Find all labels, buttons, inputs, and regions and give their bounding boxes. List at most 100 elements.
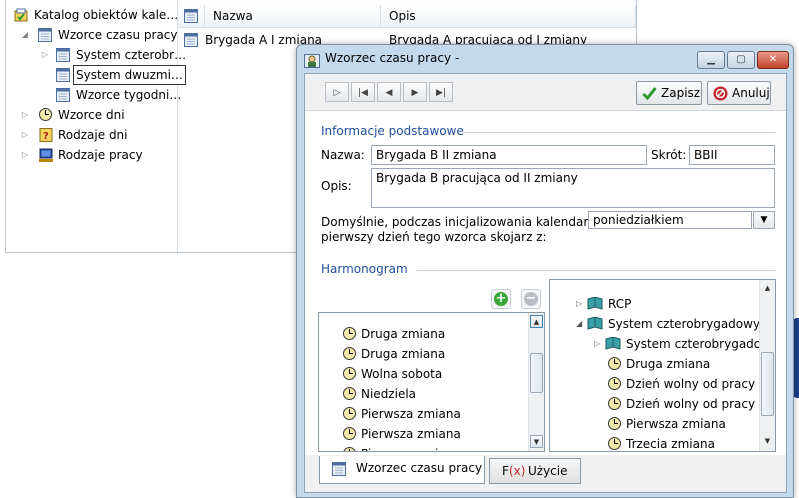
collapsed-arrow-icon[interactable]: ▷ (20, 125, 30, 145)
clock-icon (343, 347, 356, 360)
close-icon: ✕ (768, 54, 778, 65)
calendar-icon (56, 68, 70, 82)
minus-icon: − (524, 291, 538, 306)
description-field[interactable]: Brygada B pracująca od II zmiany (371, 168, 775, 208)
catalog-item-four-brigade[interactable]: ◢ System czterobrygadowy (550, 314, 760, 334)
short-field[interactable]: BBII (689, 145, 775, 165)
list-item[interactable]: Wolna sobota (319, 364, 527, 384)
scroll-down-button[interactable]: ▼ (530, 435, 543, 448)
close-button[interactable]: ✕ (757, 51, 789, 69)
default-day-select[interactable]: poniedziałkiem (588, 211, 752, 229)
catalog-tree-list[interactable]: ▷ RCP ◢ System czterobrygadowy ▷ System … (549, 279, 776, 452)
expanded-arrow-icon[interactable]: ◢ (20, 25, 30, 45)
list-item[interactable]: Pierwsza zmiana (319, 424, 527, 444)
clock-icon (39, 108, 52, 121)
calendar-icon (38, 28, 52, 42)
catalog-item-four-brigade-sub[interactable]: ▷ System czterobrygadowy (550, 334, 775, 354)
cancel-icon (713, 86, 728, 101)
clock-icon (343, 447, 356, 451)
default-day-dropdown-button[interactable]: ▼ (753, 211, 775, 229)
first-record-icon: |◀ (358, 88, 368, 98)
catalog-item-shift[interactable]: Dzień wolny od pracy be (550, 394, 774, 414)
work-pattern-icon (304, 54, 320, 68)
pattern-form: Informacje podstawowe Nazwa: Brygada B I… (305, 111, 786, 455)
maximize-button[interactable]: ▢ (727, 51, 755, 69)
tree-item-work-patterns[interactable]: ◢ Wzorce czasu pracy (6, 25, 178, 45)
next-record-button[interactable]: ▶ (403, 82, 427, 102)
default-day-label-1: Domyślnie, podczas inicjalizowania kalen… (321, 215, 606, 229)
scroll-down-icon: ▼ (764, 437, 771, 445)
clock-icon (343, 427, 356, 440)
tree-item-day-types[interactable]: ▷ ? Rodzaje dni (6, 125, 177, 145)
section-divider (463, 132, 775, 133)
first-record-button[interactable]: |◀ (351, 82, 375, 102)
collapsed-arrow-icon[interactable]: ▷ (576, 294, 582, 314)
book-icon (605, 337, 621, 350)
day-type-icon: ? (39, 128, 53, 142)
remove-button[interactable]: − (521, 289, 541, 309)
plus-icon: + (494, 291, 508, 306)
tree-item-catalog[interactable]: Katalog obiektów kale… (6, 5, 178, 25)
list-item[interactable]: Pierwsza zmiana (319, 444, 527, 451)
column-header-name[interactable]: Nazwa (205, 5, 381, 27)
calendar-icon (184, 33, 198, 47)
scroll-up-button[interactable]: ▲ (761, 282, 774, 295)
scroll-thumb[interactable] (761, 352, 774, 416)
calendar-icon (56, 88, 70, 102)
scroll-up-button[interactable]: ▲ (530, 315, 543, 328)
tree-item-four-brigade[interactable]: ▷ System czterobr… (6, 45, 186, 65)
catalog-item-shift[interactable]: Dzień wolny od pracy (550, 374, 758, 394)
clock-icon (343, 367, 356, 380)
list-item[interactable]: Druga zmiana (319, 324, 527, 344)
name-field[interactable]: Brygada B II zmiana (371, 145, 647, 165)
expanded-arrow-icon[interactable]: ◢ (576, 314, 582, 334)
collapsed-arrow-icon[interactable]: ▷ (594, 334, 600, 354)
column-icon-header[interactable] (178, 5, 205, 27)
catalog-item-shift[interactable]: Pierwsza zmiana (550, 414, 758, 434)
previous-record-button[interactable]: ◀ (377, 82, 401, 102)
catalog-item-rcp[interactable]: ▷ RCP (550, 294, 758, 314)
new-record-icon: ▷ (333, 88, 341, 98)
section-divider (417, 270, 775, 271)
cancel-button[interactable]: Anuluj (707, 81, 771, 105)
clock-icon (608, 437, 621, 450)
scroll-thumb[interactable] (530, 353, 543, 393)
maximize-icon: ▢ (736, 54, 746, 65)
catalog-item-shift[interactable]: Druga zmiana (550, 354, 758, 374)
tab-work-pattern[interactable]: Wzorzec czasu pracy (319, 456, 485, 484)
clock-icon (608, 377, 621, 390)
list-item[interactable]: Niedziela (319, 384, 527, 404)
tree-item-day-patterns[interactable]: ▷ Wzorce dni (6, 105, 177, 125)
tree-item-weekly[interactable]: Wzorce tygodni… (6, 85, 181, 105)
column-header-description[interactable]: Opis (381, 5, 636, 27)
collapsed-arrow-icon[interactable]: ▷ (20, 105, 30, 125)
clock-icon (343, 387, 356, 400)
clock-icon (343, 327, 356, 340)
last-record-button[interactable]: ▶| (429, 82, 453, 102)
section-schedule-title: Harmonogram (321, 262, 408, 276)
tab-usage[interactable]: F(x) Użycie (489, 458, 581, 484)
dialog-tabs: Wzorzec czasu pracy F(x) Użycie (305, 456, 786, 492)
catalog-scrollbar[interactable]: ▲ ▼ (759, 280, 775, 451)
chevron-down-icon: ▼ (760, 215, 768, 225)
calendar-icon (56, 48, 70, 62)
list-item[interactable]: Druga zmiana (319, 344, 527, 364)
add-button[interactable]: + (491, 289, 511, 309)
collapsed-arrow-icon[interactable]: ▷ (40, 45, 50, 65)
dialog-titlebar[interactable]: Wzorzec czasu pracy - ▁ ▢ ✕ (297, 45, 793, 73)
new-record-button[interactable]: ▷ (325, 82, 349, 102)
tree-item-two-shift[interactable]: System dwuzmi… (6, 65, 186, 85)
minimize-button[interactable]: ▁ (697, 51, 725, 69)
catalog-item-shift[interactable]: Trzecia zmiana (550, 434, 758, 451)
list-item[interactable]: Pierwsza zmiana (319, 404, 527, 424)
collapsed-arrow-icon[interactable]: ▷ (20, 145, 30, 165)
work-pattern-dialog: Wzorzec czasu pracy - ▁ ▢ ✕ ▷ |◀ ◀ ▶ ▶| … (296, 44, 794, 498)
section-basic-title: Informacje podstawowe (321, 124, 464, 138)
scroll-down-button[interactable]: ▼ (761, 435, 774, 448)
tree-item-work-types[interactable]: ▷ Rodzaje pracy (6, 145, 177, 165)
scroll-up-icon: ▲ (764, 284, 771, 292)
schedule-scrollbar[interactable]: ▲ ▼ (528, 313, 544, 451)
save-button[interactable]: Zapisz (636, 81, 702, 105)
schedule-list[interactable]: Druga zmiana Druga zmiana Wolna sobota N… (318, 312, 545, 452)
function-icon: F(x) (502, 464, 526, 478)
